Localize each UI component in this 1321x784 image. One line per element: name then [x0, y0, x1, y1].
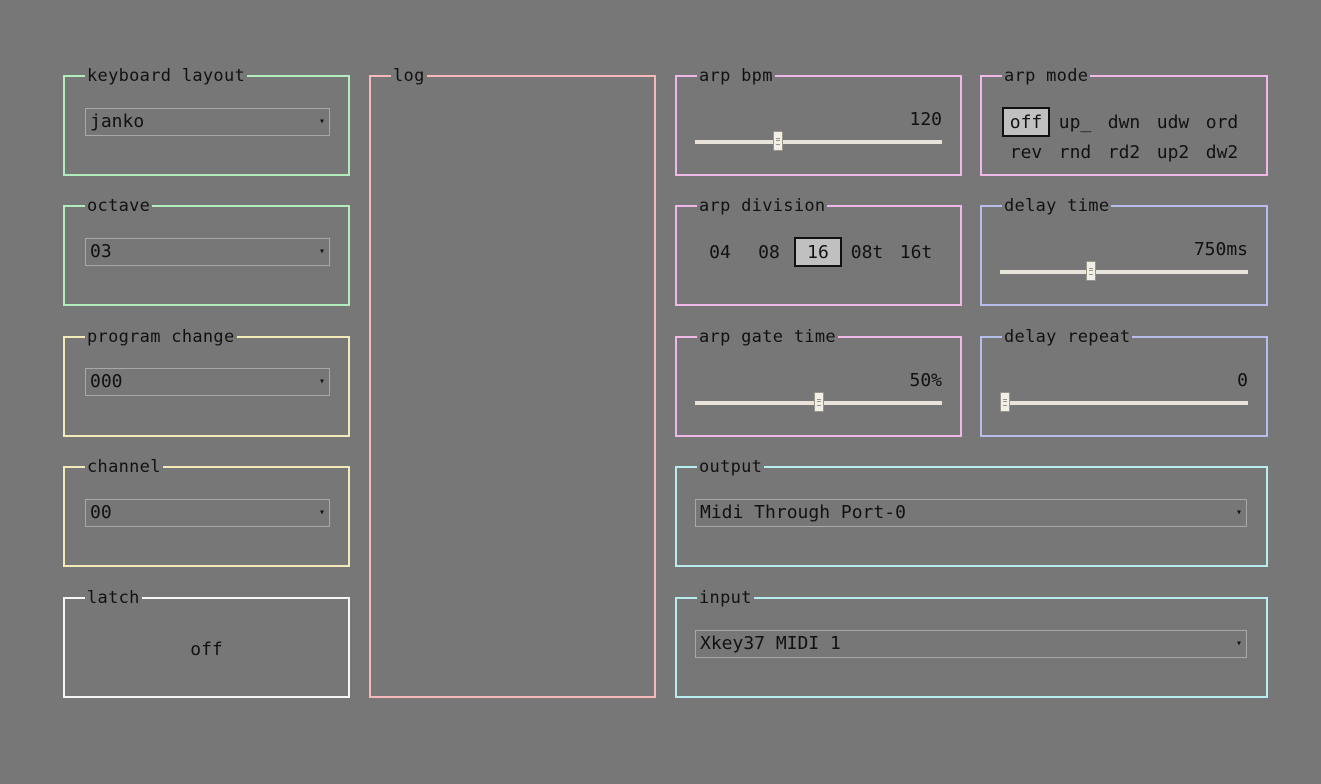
slider-thumb[interactable]	[1000, 392, 1010, 412]
chevron-down-icon: ▾	[318, 246, 325, 257]
input-select[interactable]: Xkey37 MIDI 1 ▾	[695, 630, 1247, 658]
program-change-panel: program change 000 ▾	[63, 327, 350, 437]
slider-value: 120	[909, 109, 942, 130]
arp-division-option[interactable]: 08	[745, 237, 793, 267]
panel-title: arp division	[697, 196, 828, 216]
arp-mode-option[interactable]: udw	[1149, 107, 1197, 137]
select-value: 000	[90, 371, 123, 392]
arp-mode-option[interactable]: dwn	[1100, 107, 1148, 137]
arp-mode-option[interactable]: rd2	[1100, 137, 1148, 167]
keyboard-layout-select[interactable]: janko ▾	[85, 108, 330, 136]
panel-title: delay time	[1002, 196, 1112, 216]
arp-mode-option[interactable]: dw2	[1198, 137, 1246, 167]
panel-title: output	[697, 457, 765, 477]
chevron-down-icon: ▾	[318, 116, 325, 127]
arp-bpm-panel: arp bpm 120	[675, 66, 962, 176]
select-value: Xkey37 MIDI 1	[700, 633, 841, 654]
arp-bpm-slider[interactable]	[695, 131, 942, 151]
arp-mode-option[interactable]: rnd	[1051, 137, 1099, 167]
log-panel: log	[369, 66, 656, 698]
select-value: janko	[90, 111, 145, 132]
panel-title: octave	[85, 196, 153, 216]
channel-select[interactable]: 00 ▾	[85, 499, 330, 527]
arp-mode-option[interactable]: off	[1002, 107, 1050, 137]
arp-mode-option[interactable]: ord	[1198, 107, 1246, 137]
input-panel: input Xkey37 MIDI 1 ▾	[675, 588, 1268, 698]
keyboard-layout-panel: keyboard layout janko ▾	[63, 66, 350, 176]
arp-mode-option[interactable]: up_	[1051, 107, 1099, 137]
arp-division-panel: arp division 04 08 16 08t 16t	[675, 196, 962, 306]
latch-panel: latch off	[63, 588, 350, 698]
program-change-select[interactable]: 000 ▾	[85, 368, 330, 396]
arp-division-option[interactable]: 04	[696, 237, 744, 267]
output-panel: output Midi Through Port-0 ▾	[675, 457, 1268, 567]
delay-time-slider[interactable]	[1000, 261, 1248, 281]
arp-division-option[interactable]: 16	[794, 237, 842, 267]
panel-title: arp bpm	[697, 66, 775, 86]
chevron-down-icon: ▾	[318, 507, 325, 518]
octave-panel: octave 03 ▾	[63, 196, 350, 306]
delay-repeat-panel: delay repeat 0	[980, 327, 1268, 437]
slider-value: 0	[1237, 370, 1248, 391]
select-value: 03	[90, 241, 112, 262]
output-select[interactable]: Midi Through Port-0 ▾	[695, 499, 1247, 527]
chevron-down-icon: ▾	[1235, 638, 1242, 649]
delay-repeat-slider[interactable]	[1000, 392, 1248, 412]
panel-title: log	[391, 66, 427, 86]
slider-value: 750ms	[1193, 239, 1248, 260]
panel-title: program change	[85, 327, 237, 347]
arp-mode-option[interactable]: up2	[1149, 137, 1197, 167]
panel-title: arp mode	[1002, 66, 1091, 86]
select-value: 00	[90, 502, 112, 523]
arp-division-option[interactable]: 16t	[892, 237, 940, 267]
panel-title: input	[697, 588, 754, 608]
chevron-down-icon: ▾	[318, 376, 325, 387]
panel-title: arp gate time	[697, 327, 838, 347]
slider-thumb[interactable]	[773, 131, 784, 151]
panel-title: delay repeat	[1002, 327, 1133, 347]
channel-panel: channel 00 ▾	[63, 457, 350, 567]
arp-gate-time-panel: arp gate time 50%	[675, 327, 962, 437]
arp-gate-time-slider[interactable]	[695, 392, 942, 412]
panel-title: channel	[85, 457, 163, 477]
arp-division-option[interactable]: 08t	[843, 237, 891, 267]
octave-select[interactable]: 03 ▾	[85, 238, 330, 266]
panel-title: keyboard layout	[85, 66, 248, 86]
arp-mode-option[interactable]: rev	[1002, 137, 1050, 167]
slider-thumb[interactable]	[1085, 261, 1096, 281]
arp-mode-panel: arp mode off up_ dwn udw ord rev rnd rd2 up2 dw2	[980, 66, 1268, 176]
chevron-down-icon: ▾	[1235, 507, 1242, 518]
select-value: Midi Through Port-0	[700, 502, 906, 523]
slider-thumb[interactable]	[813, 392, 824, 412]
delay-time-panel: delay time 750ms	[980, 196, 1268, 306]
panel-title: latch	[85, 588, 142, 608]
slider-value: 50%	[909, 370, 942, 391]
latch-toggle[interactable]: off	[65, 639, 348, 660]
